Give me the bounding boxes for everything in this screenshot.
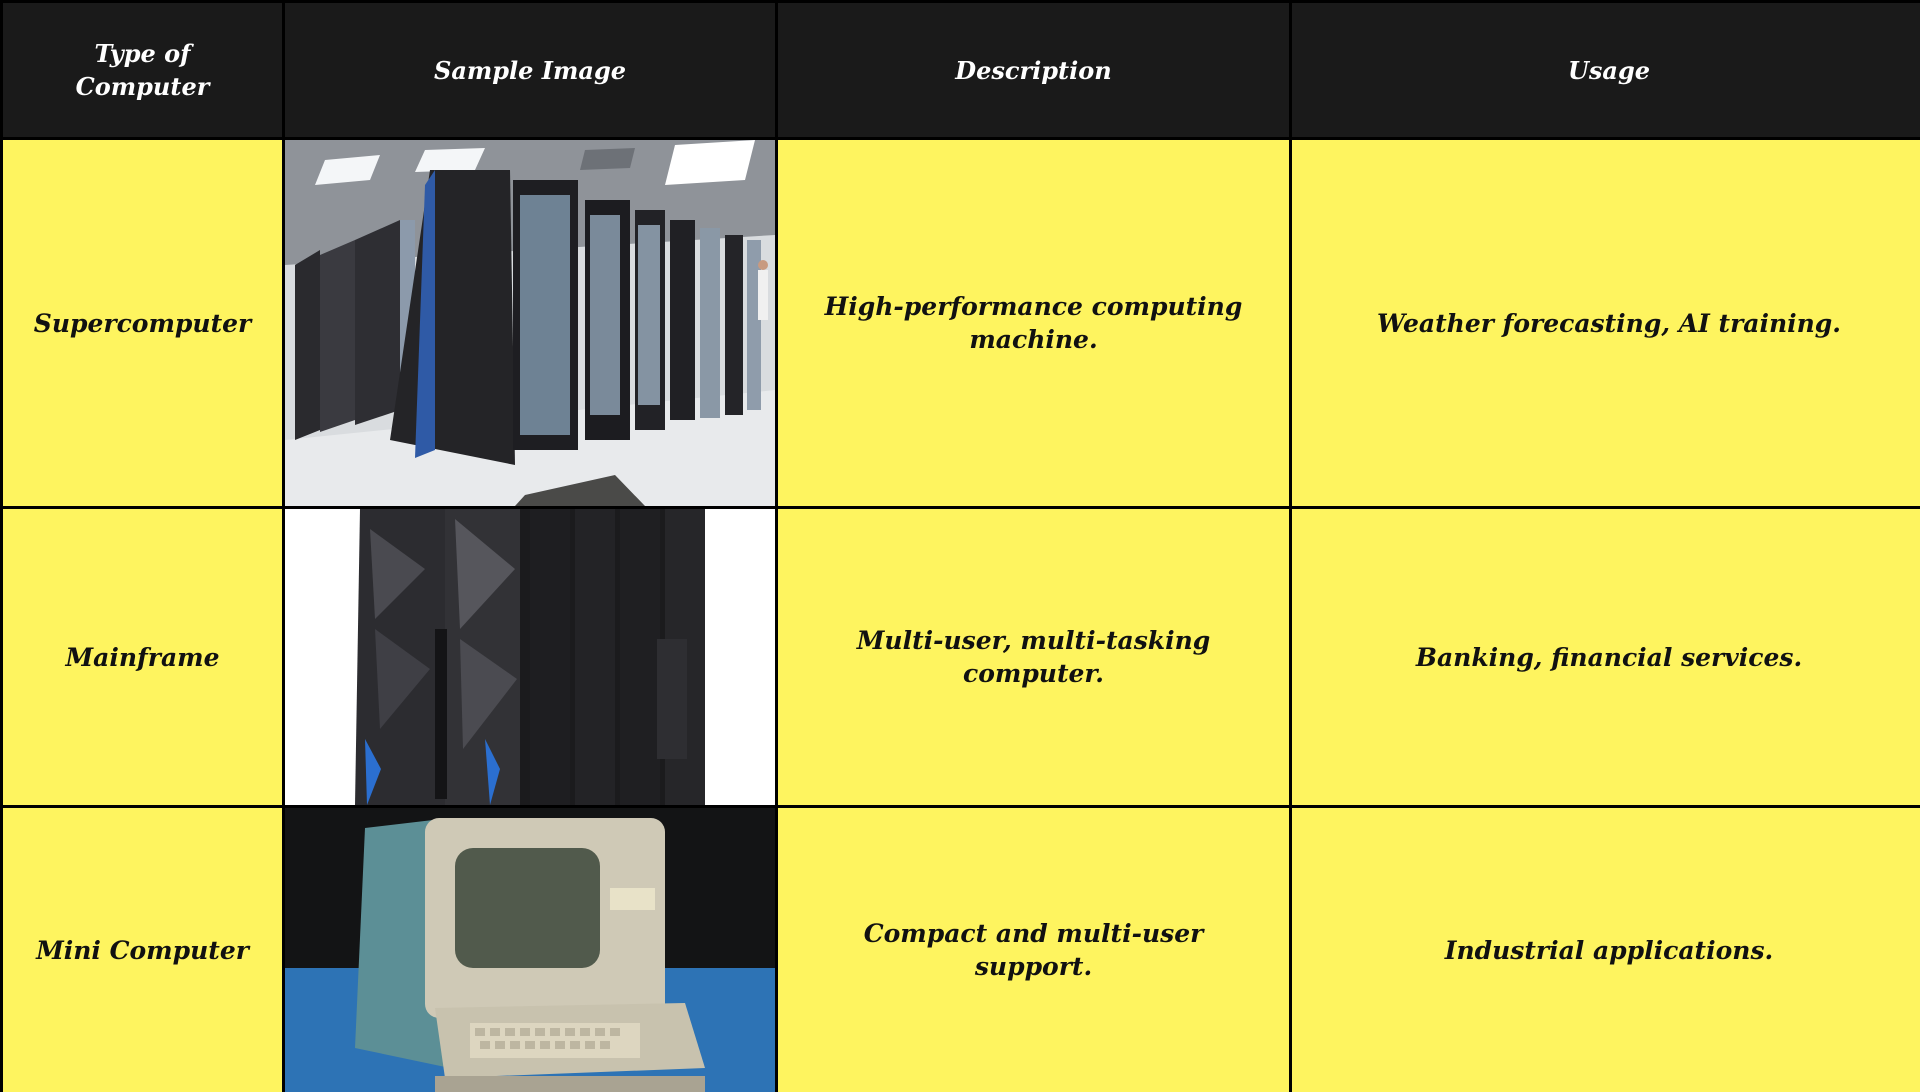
row-3-type: Mini Computer bbox=[3, 808, 282, 1092]
row-1-description: High-performance computing machine. bbox=[778, 140, 1289, 506]
header-description: Description bbox=[778, 3, 1289, 137]
row-1-type: Supercomputer bbox=[3, 140, 282, 506]
mainframe-image bbox=[285, 509, 775, 805]
row-1-usage: Weather forecasting, AI training. bbox=[1292, 140, 1920, 506]
header-sample-image: Sample Image bbox=[285, 3, 775, 137]
supercomputer-image bbox=[285, 140, 775, 506]
mini-computer-image bbox=[285, 808, 775, 1092]
row-2-type: Mainframe bbox=[3, 509, 282, 805]
row-3-usage: Industrial applications. bbox=[1292, 808, 1920, 1092]
header-type: Type of Computer bbox=[3, 3, 282, 137]
computer-types-table: Type of Computer Sample Image Descriptio… bbox=[0, 0, 1920, 1092]
row-2-description: Multi-user, multi-tasking computer. bbox=[778, 509, 1289, 805]
header-usage: Usage bbox=[1292, 3, 1920, 137]
row-2-usage: Banking, financial services. bbox=[1292, 509, 1920, 805]
row-3-description: Compact and multi-user support. bbox=[778, 808, 1289, 1092]
